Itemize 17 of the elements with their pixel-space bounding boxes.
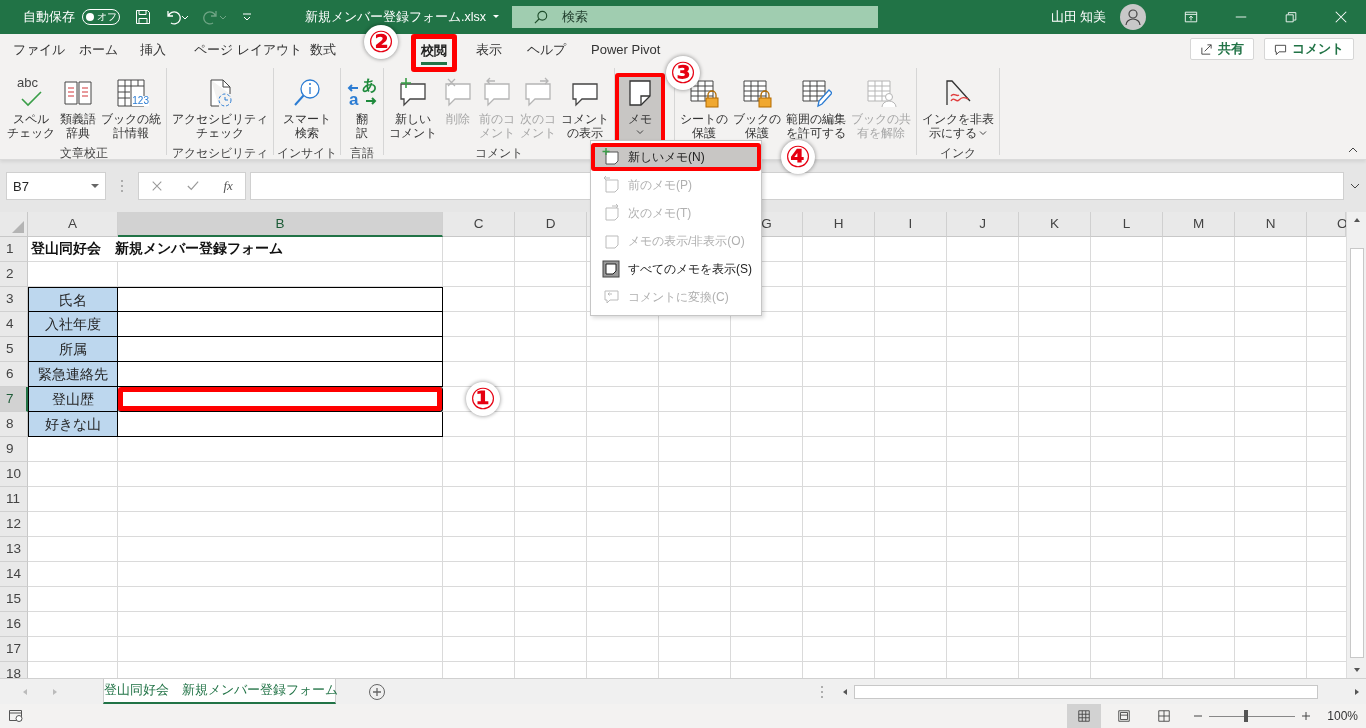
- table-cell: 入社年度: [28, 312, 118, 337]
- user-name: 山田 知美: [1050, 8, 1106, 26]
- group-label: コメント: [475, 145, 523, 162]
- group-label: 文章校正: [60, 145, 108, 162]
- autosave-label: 自動保存: [23, 8, 75, 26]
- group-label: インサイト: [277, 145, 337, 162]
- table-cell: 登山歴: [28, 387, 118, 412]
- group-label: アクセシビリティ: [172, 145, 268, 162]
- step-number: ②: [364, 25, 398, 59]
- table-cell: 緊急連絡先: [28, 362, 118, 387]
- step-number: ①: [466, 382, 500, 416]
- table-cell: 好きな山: [28, 412, 118, 437]
- table-cell: 氏名: [28, 287, 118, 312]
- table-stats-icon: 123: [115, 77, 147, 109]
- group-label: 言語: [350, 145, 374, 162]
- group-label: インク: [940, 145, 976, 162]
- table-cell: 所属: [28, 337, 118, 362]
